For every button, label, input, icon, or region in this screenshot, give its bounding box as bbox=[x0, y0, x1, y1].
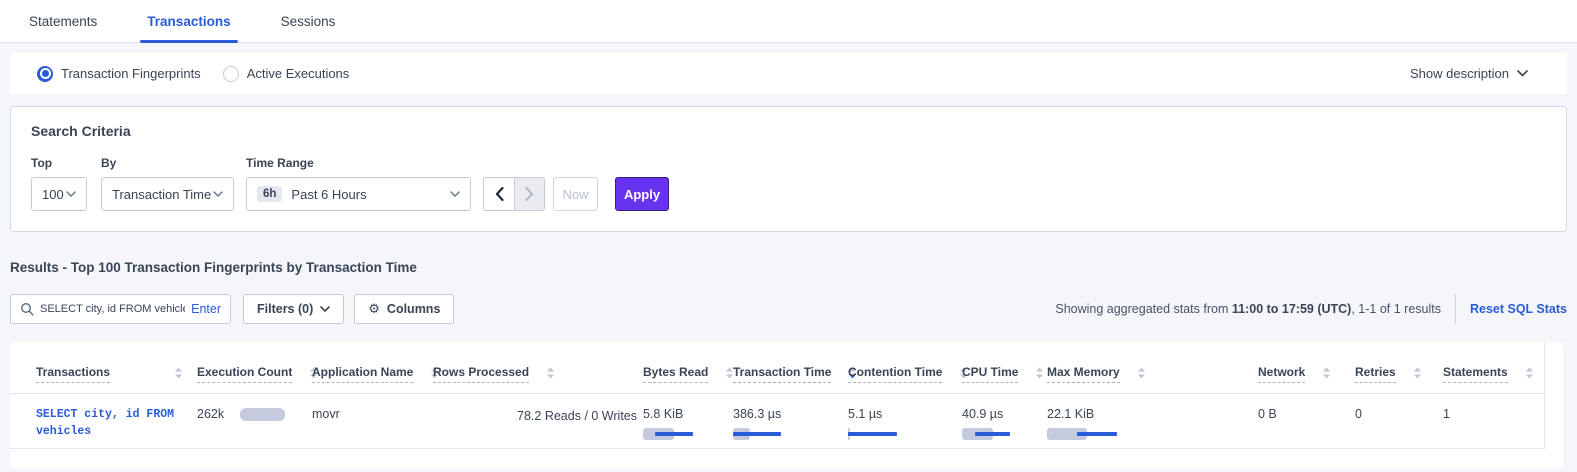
column-header-retries[interactable]: Retries bbox=[1355, 342, 1443, 393]
time-range-field: Time Range 6h Past 6 Hours bbox=[246, 156, 471, 211]
column-header-statements[interactable]: Statements bbox=[1443, 342, 1545, 393]
radio-active-executions[interactable]: Active Executions bbox=[223, 66, 350, 82]
cell-contention-time: 5.1 µs bbox=[848, 394, 962, 448]
radio-label-active-executions: Active Executions bbox=[247, 66, 350, 81]
column-header-transaction-time[interactable]: Transaction Time bbox=[733, 342, 848, 393]
top-select-value: 100 bbox=[42, 187, 64, 202]
execution-count-bar bbox=[240, 408, 285, 421]
reset-sql-stats-link[interactable]: Reset SQL Stats bbox=[1470, 302, 1567, 316]
view-mode-bar: Transaction Fingerprints Active Executio… bbox=[10, 53, 1567, 94]
transaction-time-bar bbox=[733, 428, 848, 441]
vertical-divider bbox=[1455, 294, 1456, 324]
filters-button[interactable]: Filters (0) bbox=[243, 294, 344, 324]
cell-statements: 1 bbox=[1443, 394, 1545, 448]
column-header-cpu-time[interactable]: CPU Time bbox=[962, 342, 1047, 393]
transaction-fingerprint-link[interactable]: SELECT city, id FROM vehicles bbox=[36, 408, 174, 438]
sort-icon[interactable] bbox=[1322, 367, 1331, 379]
time-range-select[interactable]: 6h Past 6 Hours bbox=[246, 177, 471, 211]
sort-icon[interactable] bbox=[1035, 367, 1044, 379]
stats-time-range: 11:00 to 17:59 (UTC) bbox=[1232, 302, 1351, 316]
cell-bytes-read: 5.8 KiB bbox=[643, 394, 733, 448]
top-select[interactable]: 100 bbox=[31, 177, 87, 211]
statement-search-input[interactable]: SELECT city, id FROM vehicles W Enter bbox=[10, 294, 231, 324]
tab-sessions[interactable]: Sessions bbox=[274, 0, 343, 42]
columns-label: Columns bbox=[387, 302, 440, 316]
chevron-right-icon bbox=[525, 187, 534, 201]
columns-button[interactable]: ⚙ Columns bbox=[354, 294, 454, 324]
sort-icon[interactable] bbox=[174, 367, 183, 379]
cell-execution-count: 262k bbox=[197, 394, 312, 448]
table-header-row: Transactions Execution Count Application… bbox=[10, 342, 1544, 394]
search-input-value: SELECT city, id FROM vehicles W bbox=[40, 303, 185, 315]
column-header-transactions[interactable]: Transactions bbox=[10, 342, 197, 393]
chevron-down-icon bbox=[1517, 70, 1528, 77]
contention-time-bar bbox=[848, 428, 962, 441]
cell-cpu-time: 40.9 µs bbox=[962, 394, 1047, 448]
aggregated-stats-text: Showing aggregated stats from 11:00 to 1… bbox=[1055, 302, 1441, 316]
results-heading: Results - Top 100 Transaction Fingerprin… bbox=[10, 260, 1567, 275]
tab-bar: Statements Transactions Sessions bbox=[0, 0, 1577, 43]
show-description-label: Show description bbox=[1410, 66, 1509, 81]
cpu-time-bar bbox=[962, 428, 1047, 441]
bytes-read-bar bbox=[643, 428, 733, 441]
radio-label-fingerprints: Transaction Fingerprints bbox=[61, 66, 201, 81]
column-header-rows-processed[interactable]: Rows Processed bbox=[433, 342, 643, 393]
results-table-card: Transactions Execution Count Application… bbox=[10, 342, 1563, 468]
time-range-label: Time Range bbox=[246, 156, 471, 170]
sort-icon[interactable] bbox=[1137, 367, 1146, 379]
column-header-max-memory[interactable]: Max Memory bbox=[1047, 342, 1258, 393]
chevron-down-icon bbox=[450, 191, 460, 197]
by-label: By bbox=[101, 156, 234, 170]
cell-transaction-time: 386.3 µs bbox=[733, 394, 848, 448]
by-select-value: Transaction Time bbox=[112, 187, 211, 202]
tab-statements[interactable]: Statements bbox=[22, 0, 104, 42]
tab-transactions[interactable]: Transactions bbox=[140, 0, 237, 42]
cell-network: 0 B bbox=[1258, 394, 1355, 448]
sort-icon[interactable] bbox=[1525, 367, 1534, 379]
by-select[interactable]: Transaction Time bbox=[101, 177, 234, 211]
max-memory-bar bbox=[1047, 428, 1258, 441]
sort-icon[interactable] bbox=[546, 367, 555, 379]
search-criteria-title: Search Criteria bbox=[31, 123, 1546, 139]
search-enter-button[interactable]: Enter bbox=[191, 302, 221, 316]
radio-selected-icon bbox=[37, 66, 53, 82]
column-header-contention-time[interactable]: Contention Time bbox=[848, 342, 962, 393]
show-description-toggle[interactable]: Show description bbox=[1410, 66, 1528, 81]
column-header-execution-count[interactable]: Execution Count bbox=[197, 342, 312, 393]
column-header-bytes-read[interactable]: Bytes Read bbox=[643, 342, 733, 393]
table-row: SELECT city, id FROM vehicles 262k movr … bbox=[10, 394, 1544, 449]
top-field: Top 100 bbox=[31, 156, 87, 211]
filters-label: Filters (0) bbox=[257, 302, 313, 316]
cell-rows-processed: 78.2 Reads / 0 Writes bbox=[433, 394, 643, 448]
chevron-down-icon bbox=[320, 306, 330, 312]
now-button[interactable]: Now bbox=[553, 177, 598, 211]
previous-time-range-button[interactable] bbox=[483, 177, 514, 211]
cell-retries: 0 bbox=[1355, 394, 1443, 448]
search-icon bbox=[20, 302, 34, 316]
top-label: Top bbox=[31, 156, 87, 170]
results-section: Results - Top 100 Transaction Fingerprin… bbox=[10, 260, 1567, 324]
cell-max-memory: 22.1 KiB bbox=[1047, 394, 1258, 448]
next-time-range-button[interactable] bbox=[514, 177, 545, 211]
cell-application-name: movr bbox=[312, 394, 433, 448]
sort-icon[interactable] bbox=[1413, 367, 1422, 379]
time-range-nav bbox=[483, 177, 545, 211]
radio-transaction-fingerprints[interactable]: Transaction Fingerprints bbox=[37, 66, 201, 82]
apply-button[interactable]: Apply bbox=[615, 177, 669, 211]
search-criteria-card: Search Criteria Top 100 By Transaction T… bbox=[10, 106, 1567, 232]
by-field: By Transaction Time bbox=[101, 156, 234, 211]
chevron-down-icon bbox=[213, 191, 223, 197]
column-header-application-name[interactable]: Application Name bbox=[312, 342, 433, 393]
chevron-left-icon bbox=[495, 187, 504, 201]
time-range-badge: 6h bbox=[257, 186, 282, 202]
gear-icon: ⚙ bbox=[368, 302, 380, 317]
chevron-down-icon bbox=[66, 191, 76, 197]
column-header-network[interactable]: Network bbox=[1258, 342, 1355, 393]
radio-unselected-icon bbox=[223, 66, 239, 82]
time-range-value: Past 6 Hours bbox=[291, 187, 366, 202]
